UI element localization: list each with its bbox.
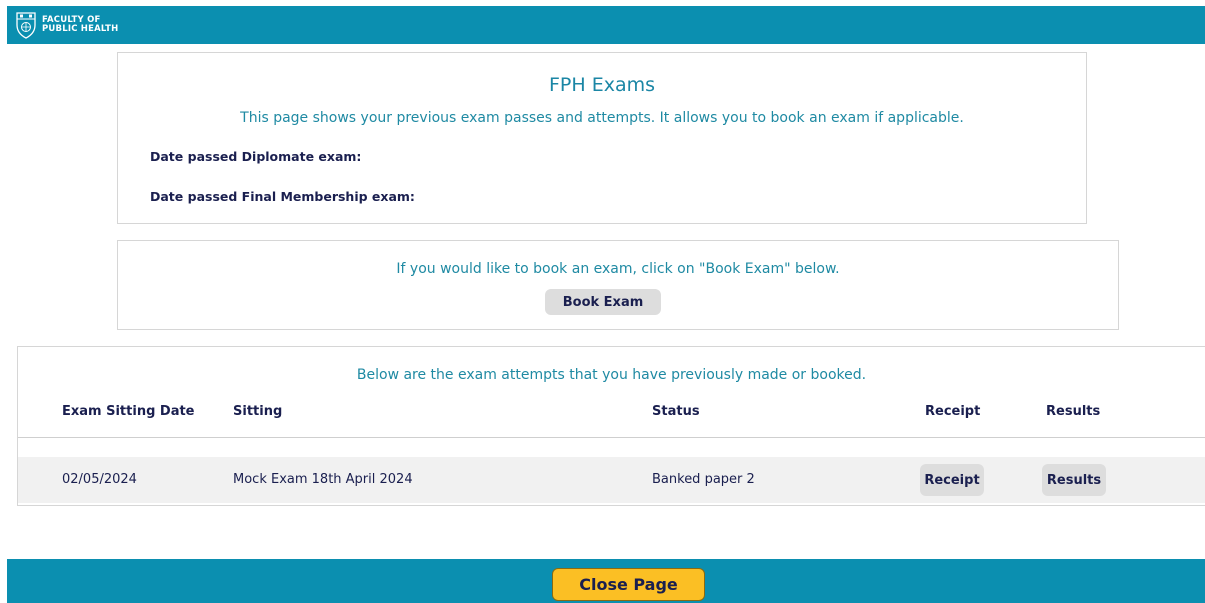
row-exam-sitting-date: 02/05/2024 <box>62 472 137 487</box>
logo-text: FACULTY OF PUBLIC HEALTH <box>42 15 119 34</box>
page-title: FPH Exams <box>548 74 655 96</box>
page-description: This page shows your previous exam passe… <box>240 110 964 126</box>
book-exam-instruction: If you would like to book an exam, click… <box>396 261 840 277</box>
book-exam-button[interactable]: Book Exam <box>545 289 661 315</box>
table-header-divider <box>18 437 1205 438</box>
exam-attempts-panel: Below are the exam attempts that you hav… <box>17 346 1205 506</box>
attempts-intro: Below are the exam attempts that you hav… <box>356 367 867 383</box>
row-sitting: Mock Exam 18th April 2024 <box>233 472 413 487</box>
shield-crest-icon <box>16 12 36 39</box>
exam-summary-panel: FPH Exams This page shows your previous … <box>117 52 1087 224</box>
diplomate-date-label: Date passed Diplomate exam: <box>150 149 362 164</box>
receipt-button[interactable]: Receipt <box>920 464 984 496</box>
bottom-bar: Close Page <box>7 559 1205 603</box>
column-header-results: Results <box>1046 404 1101 419</box>
results-button[interactable]: Results <box>1042 464 1106 496</box>
row-status: Banked paper 2 <box>652 472 755 487</box>
column-header-receipt: Receipt <box>925 404 981 419</box>
table-row: 02/05/2024 Mock Exam 18th April 2024 Ban… <box>18 457 1205 503</box>
column-header-sitting: Sitting <box>233 404 283 419</box>
column-header-exam-sitting-date: Exam Sitting Date <box>62 404 195 419</box>
top-bar: FACULTY OF PUBLIC HEALTH <box>7 6 1205 44</box>
close-page-button[interactable]: Close Page <box>552 568 705 601</box>
fph-logo[interactable]: FACULTY OF PUBLIC HEALTH <box>15 10 118 40</box>
book-exam-panel: If you would like to book an exam, click… <box>117 240 1119 330</box>
final-membership-date-label: Date passed Final Membership exam: <box>150 189 415 204</box>
page: FACULTY OF PUBLIC HEALTH FPH Exams This … <box>0 0 1205 603</box>
column-header-status: Status <box>652 404 700 419</box>
